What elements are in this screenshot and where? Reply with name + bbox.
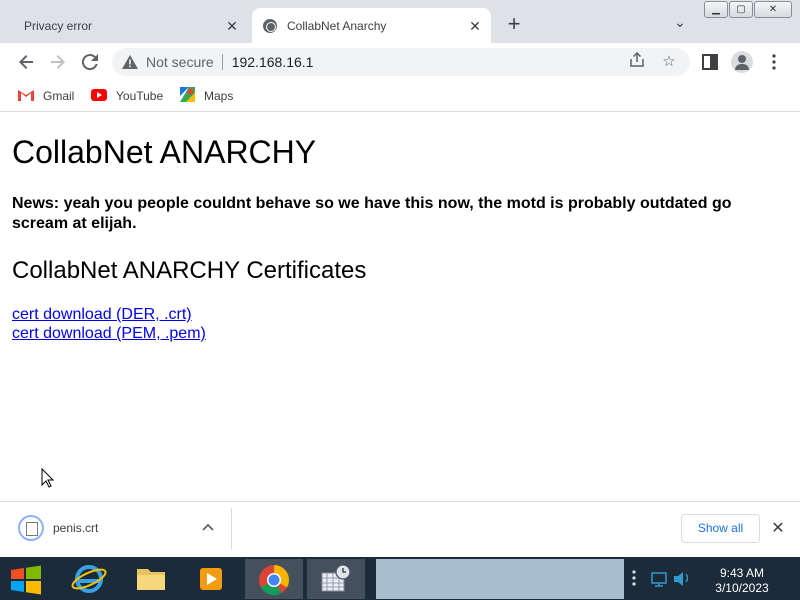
- news-paragraph: News: yeah you people couldnt behave so …: [12, 195, 732, 232]
- network-icon: [651, 572, 667, 587]
- chrome-icon[interactable]: [245, 559, 303, 599]
- tab-title: CollabNet Anarchy: [287, 18, 387, 33]
- new-tab-button[interactable]: +: [502, 13, 526, 37]
- bookmark-gmail[interactable]: Gmail: [18, 86, 74, 106]
- bookmark-youtube[interactable]: YouTube: [91, 86, 163, 106]
- maps-icon: [180, 87, 195, 105]
- tab-search-chevron-icon[interactable]: ⌄: [670, 14, 690, 34]
- shelf-divider: [231, 508, 232, 550]
- taskbar-clock[interactable]: 9:43 AM 3/10/2023: [707, 566, 777, 596]
- taskbar-window-preview[interactable]: [376, 559, 624, 599]
- cert-download-pem-link[interactable]: cert download (PEM, .pem): [12, 325, 206, 343]
- minimize-button[interactable]: ▁: [704, 1, 728, 18]
- download-file-name: penis.crt: [53, 521, 99, 535]
- tab-strip: Privacy error ✕ CollabNet Anarchy ✕ + ⌄ …: [0, 0, 800, 43]
- internet-explorer-icon[interactable]: [60, 559, 118, 599]
- bookmark-star-icon[interactable]: ☆: [659, 52, 679, 72]
- back-button[interactable]: [14, 50, 38, 74]
- close-tab-icon[interactable]: ✕: [467, 18, 483, 34]
- window-close-button[interactable]: ✕: [754, 1, 792, 18]
- globe-icon: [263, 18, 277, 33]
- calendar-clock-icon[interactable]: [307, 559, 365, 599]
- browser-toolbar: Not secure 192.168.16.1 ☆: [0, 43, 800, 81]
- gmail-icon: [18, 89, 34, 104]
- address-bar[interactable]: Not secure 192.168.16.1 ☆: [112, 48, 690, 76]
- system-tray: [628, 557, 698, 600]
- bookmark-label: Maps: [204, 89, 234, 103]
- clock-date: 3/10/2023: [715, 581, 769, 595]
- tab-title: Privacy error: [24, 18, 93, 33]
- bookmark-maps[interactable]: Maps: [180, 86, 233, 106]
- certificates-heading: CollabNet ANARCHY Certificates: [12, 257, 367, 284]
- download-item[interactable]: penis.crt: [18, 515, 98, 541]
- forward-button[interactable]: [46, 50, 70, 74]
- taskbar: 9:43 AM 3/10/2023: [0, 557, 800, 600]
- side-panel-icon[interactable]: [698, 50, 722, 74]
- mouse-cursor-icon: [41, 467, 55, 493]
- page-title: CollabNet ANARCHY: [12, 134, 317, 170]
- close-shelf-icon[interactable]: ✕: [768, 518, 788, 538]
- bookmark-label: YouTube: [116, 89, 164, 103]
- bookmark-label: Gmail: [43, 89, 75, 103]
- tray-overflow-icon: [632, 570, 636, 586]
- security-status[interactable]: Not secure: [146, 54, 214, 70]
- maximize-button[interactable]: ▢: [729, 1, 753, 18]
- tab-privacy-error[interactable]: Privacy error ✕: [10, 8, 248, 43]
- chevron-up-icon[interactable]: [198, 519, 218, 539]
- media-player-icon[interactable]: [182, 559, 240, 599]
- share-icon[interactable]: [627, 51, 647, 72]
- certificate-file-icon: [18, 515, 44, 541]
- menu-kebab-icon[interactable]: [762, 50, 786, 74]
- file-explorer-icon[interactable]: [122, 559, 180, 599]
- volume-icon: [674, 572, 689, 586]
- warning-icon[interactable]: [122, 55, 138, 69]
- page-content: CollabNet ANARCHY News: yeah you people …: [0, 112, 800, 501]
- profile-avatar[interactable]: [731, 51, 753, 73]
- tab-collabnet-anarchy[interactable]: CollabNet Anarchy ✕: [252, 8, 491, 43]
- show-all-button[interactable]: Show all: [681, 514, 760, 543]
- start-button[interactable]: [4, 561, 48, 597]
- reload-button[interactable]: [78, 50, 102, 74]
- download-shelf: penis.crt Show all ✕: [0, 501, 800, 557]
- url-text[interactable]: 192.168.16.1: [232, 54, 314, 70]
- close-tab-icon[interactable]: ✕: [224, 18, 240, 34]
- youtube-icon: [91, 88, 107, 104]
- omnibox-separator: [221, 54, 223, 70]
- clock-time: 9:43 AM: [719, 566, 765, 580]
- bookmarks-bar: Gmail YouTube Maps: [0, 81, 800, 112]
- cert-download-der-link[interactable]: cert download (DER, .crt): [12, 306, 192, 324]
